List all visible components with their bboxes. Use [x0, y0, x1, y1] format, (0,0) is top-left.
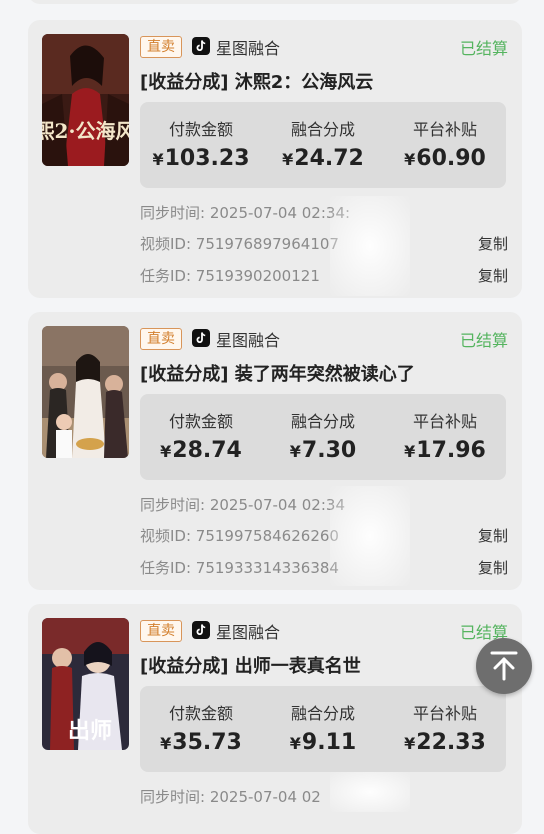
- copy-video-id-button[interactable]: 复制: [478, 525, 508, 546]
- drama-poster[interactable]: 沐熙2·公海风云: [42, 34, 129, 166]
- sale-type-badge: 直卖: [140, 620, 182, 642]
- arrow-up-to-top-icon: [490, 651, 518, 681]
- stat-value: ¥17.96: [404, 438, 486, 463]
- order-card[interactable]: 出师 直卖 星图融合 已结算 [收益分成] 出师一表真名世 付款金额 ¥35.7…: [28, 604, 522, 834]
- stat-value: ¥60.90: [404, 146, 486, 171]
- tiktok-icon: [192, 621, 210, 639]
- stat-value: ¥9.11: [289, 730, 357, 755]
- stat-label: 付款金额: [168, 120, 233, 139]
- redaction-blur: [330, 486, 410, 586]
- earnings-stats: 付款金额 ¥103.23 融合分成 ¥24.72 平台补贴 ¥60.90: [140, 102, 506, 188]
- sale-type-badge: 直卖: [140, 328, 182, 350]
- stat-value: ¥103.23: [152, 146, 250, 171]
- sync-time: 同步时间: 2025-07-04 02:34:: [140, 204, 351, 222]
- task-id-row: 任务ID: 751933314336384 复制: [140, 557, 508, 578]
- earnings-stats: 付款金额 ¥28.74 融合分成 ¥7.30 平台补贴 ¥17.96: [140, 394, 506, 480]
- platform-name: 星图融合: [216, 331, 281, 350]
- copy-task-id-button[interactable]: 复制: [478, 557, 508, 578]
- stat-platform-subsidy: 平台补贴 ¥17.96: [384, 394, 506, 480]
- redaction-blur: [330, 196, 410, 296]
- sync-time: 同步时间: 2025-07-04 02:34: [140, 496, 345, 514]
- order-title: [收益分成] 沐熙2：公海风云: [140, 72, 374, 93]
- redaction-blur: [330, 772, 410, 812]
- card-header: 直卖 星图融合 已结算: [140, 326, 508, 352]
- drama-poster[interactable]: [42, 326, 129, 458]
- poster-image: [42, 326, 129, 458]
- stat-label: 融合分成: [290, 120, 355, 139]
- video-id-row: 视频ID: 751997584626260 复制: [140, 525, 508, 546]
- platform-name: 星图融合: [216, 39, 281, 58]
- stat-label: 融合分成: [290, 704, 355, 723]
- stat-label: 融合分成: [290, 412, 355, 431]
- stat-fusion-share: 融合分成 ¥7.30: [262, 394, 384, 480]
- card-header: 直卖 星图融合 已结算: [140, 34, 508, 60]
- stat-fusion-share: 融合分成 ¥24.72: [262, 102, 384, 188]
- task-id-row: 任务ID: 7519390200121 复制: [140, 265, 508, 286]
- poster-title-text: 出师: [68, 718, 112, 744]
- stat-value: ¥35.73: [160, 730, 242, 755]
- order-card[interactable]: 直卖 星图融合 已结算 [收益分成] 装了两年突然被读心了 付款金额 ¥28.7…: [28, 312, 522, 590]
- stat-label: 付款金额: [168, 412, 233, 431]
- stat-label: 平台补贴: [412, 412, 477, 431]
- settlement-status: 已结算: [459, 331, 508, 350]
- stat-payment-amount: 付款金额 ¥28.74: [140, 394, 262, 480]
- order-card[interactable]: 沐熙2·公海风云 直卖 星图融合 已结算 [收益分成] 沐熙2：公海风云 付款金…: [28, 20, 522, 298]
- stat-payment-amount: 付款金额 ¥103.23: [140, 102, 262, 188]
- stat-label: 平台补贴: [412, 120, 477, 139]
- drama-poster[interactable]: 出师: [42, 618, 129, 750]
- card-header: 直卖 星图融合 已结算: [140, 618, 508, 644]
- stat-payment-amount: 付款金额 ¥35.73: [140, 686, 262, 772]
- sale-type-badge: 直卖: [140, 36, 182, 58]
- copy-video-id-button[interactable]: 复制: [478, 233, 508, 254]
- stat-label: 平台补贴: [412, 704, 477, 723]
- stat-platform-subsidy: 平台补贴 ¥22.33: [384, 686, 506, 772]
- poster-image: 沐熙2·公海风云: [42, 34, 129, 166]
- tiktok-icon: [192, 329, 210, 347]
- video-id-row: 视频ID: 751976897964107 复制: [140, 233, 508, 254]
- sync-time: 同步时间: 2025-07-04 02: [140, 788, 321, 806]
- stat-value: ¥24.72: [282, 146, 364, 171]
- previous-card-fragment: [28, 0, 522, 4]
- order-title: [收益分成] 出师一表真名世: [140, 656, 361, 677]
- copy-task-id-button[interactable]: 复制: [478, 265, 508, 286]
- poster-image: 出师: [42, 618, 129, 750]
- tiktok-icon: [192, 37, 210, 55]
- poster-title-text: 沐熙2·公海风云: [42, 119, 129, 143]
- settlement-status: 已结算: [459, 39, 508, 58]
- order-title: [收益分成] 装了两年突然被读心了: [140, 364, 415, 385]
- stat-fusion-share: 融合分成 ¥9.11: [262, 686, 384, 772]
- stat-value: ¥7.30: [289, 438, 357, 463]
- stat-platform-subsidy: 平台补贴 ¥60.90: [384, 102, 506, 188]
- stat-label: 付款金额: [168, 704, 233, 723]
- stat-value: ¥28.74: [160, 438, 242, 463]
- stat-value: ¥22.33: [404, 730, 486, 755]
- platform-name: 星图融合: [216, 623, 281, 642]
- earnings-stats: 付款金额 ¥35.73 融合分成 ¥9.11 平台补贴 ¥22.33: [140, 686, 506, 772]
- back-to-top-button[interactable]: [476, 638, 532, 694]
